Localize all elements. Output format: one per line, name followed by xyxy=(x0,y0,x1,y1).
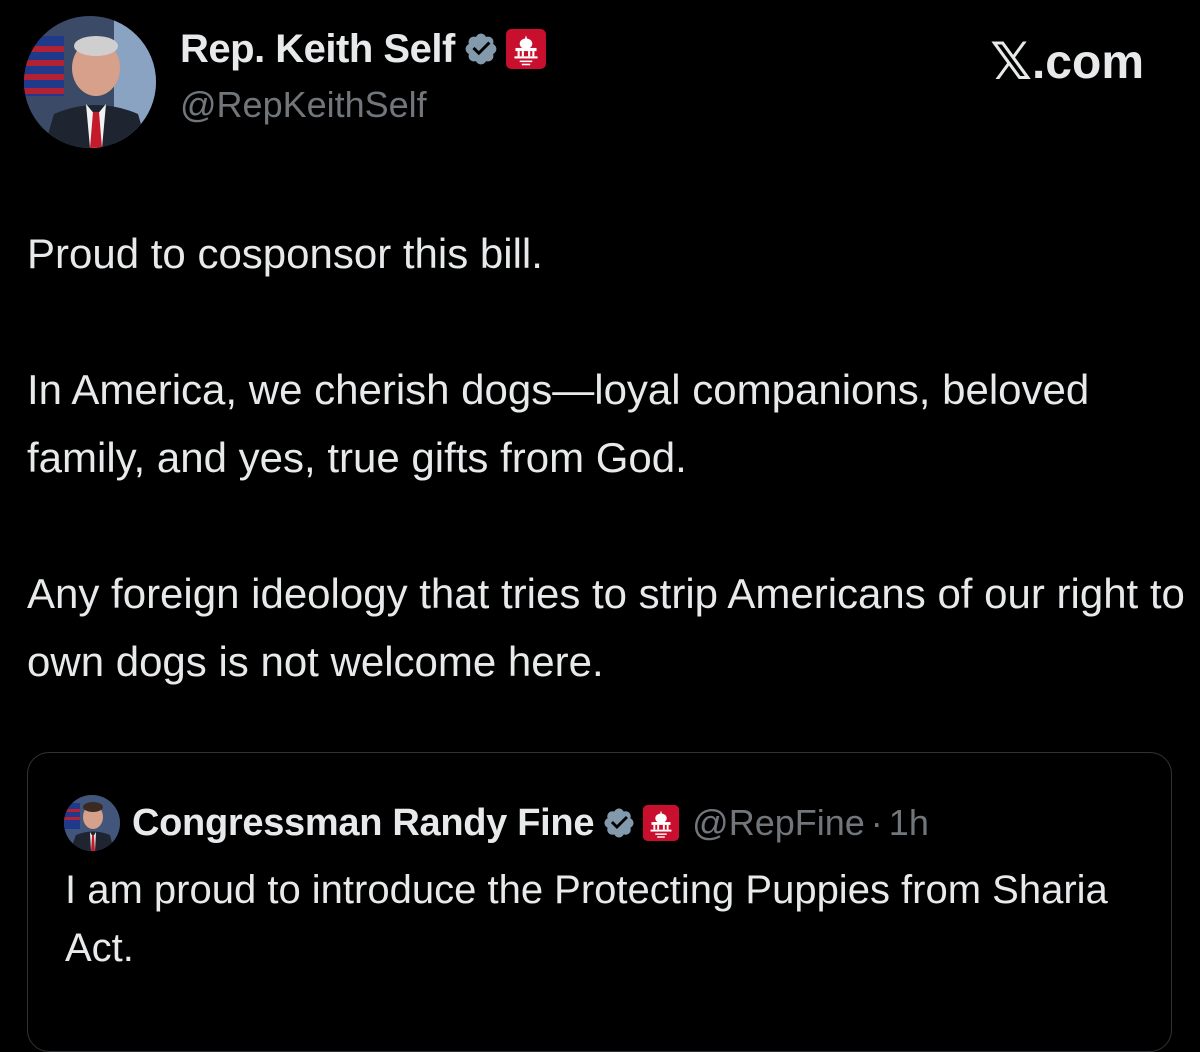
house-gop-badge-icon[interactable] xyxy=(505,28,547,70)
tweet-paragraph: Proud to cosponsor this bill. xyxy=(27,230,543,277)
tweet-paragraph: Any foreign ideology that tries to strip… xyxy=(27,570,1185,685)
author-handle[interactable]: @RepKeithSelf xyxy=(180,84,547,126)
handle-time-separator: · xyxy=(870,802,883,843)
tweet-header: Rep. Keith Self @RepKeithSelf 𝕏 .com xyxy=(24,14,1174,148)
quoted-tweet-timestamp[interactable]: 1h xyxy=(889,802,929,844)
tweet-paragraph: In America, we cherish dogs—loyal compan… xyxy=(27,366,1090,481)
tweet-text: Proud to cosponsor this bill. In America… xyxy=(27,220,1187,696)
quoted-author-display-name[interactable]: Congressman Randy Fine xyxy=(132,802,594,845)
x-logo-text: .com xyxy=(1031,35,1144,89)
avatar-portrait-image xyxy=(24,16,156,148)
x-logo-icon: 𝕏 xyxy=(990,32,1032,92)
house-gop-badge-icon[interactable] xyxy=(642,804,680,842)
author-avatar[interactable] xyxy=(24,16,156,148)
verified-badge-icon[interactable] xyxy=(602,806,636,840)
quoted-tweet-card[interactable]: Congressman Randy Fine @RepFine · 1h I a… xyxy=(27,752,1172,1052)
verified-badge-icon[interactable] xyxy=(463,31,499,67)
author-display-name[interactable]: Rep. Keith Self xyxy=(180,27,455,72)
quoted-tweet-text: I am proud to introduce the Protecting P… xyxy=(65,868,1108,970)
x-com-logo: 𝕏 .com xyxy=(990,32,1144,92)
quoted-tweet-header: Congressman Randy Fine @RepFine · 1h xyxy=(64,795,929,851)
author-name-row: Rep. Keith Self xyxy=(180,24,547,74)
author-info: Rep. Keith Self @RepKeithSelf xyxy=(180,24,547,126)
quoted-avatar-portrait-image xyxy=(64,795,120,851)
quoted-author-avatar[interactable] xyxy=(64,795,120,851)
quoted-author-handle[interactable]: @RepFine xyxy=(692,802,865,844)
